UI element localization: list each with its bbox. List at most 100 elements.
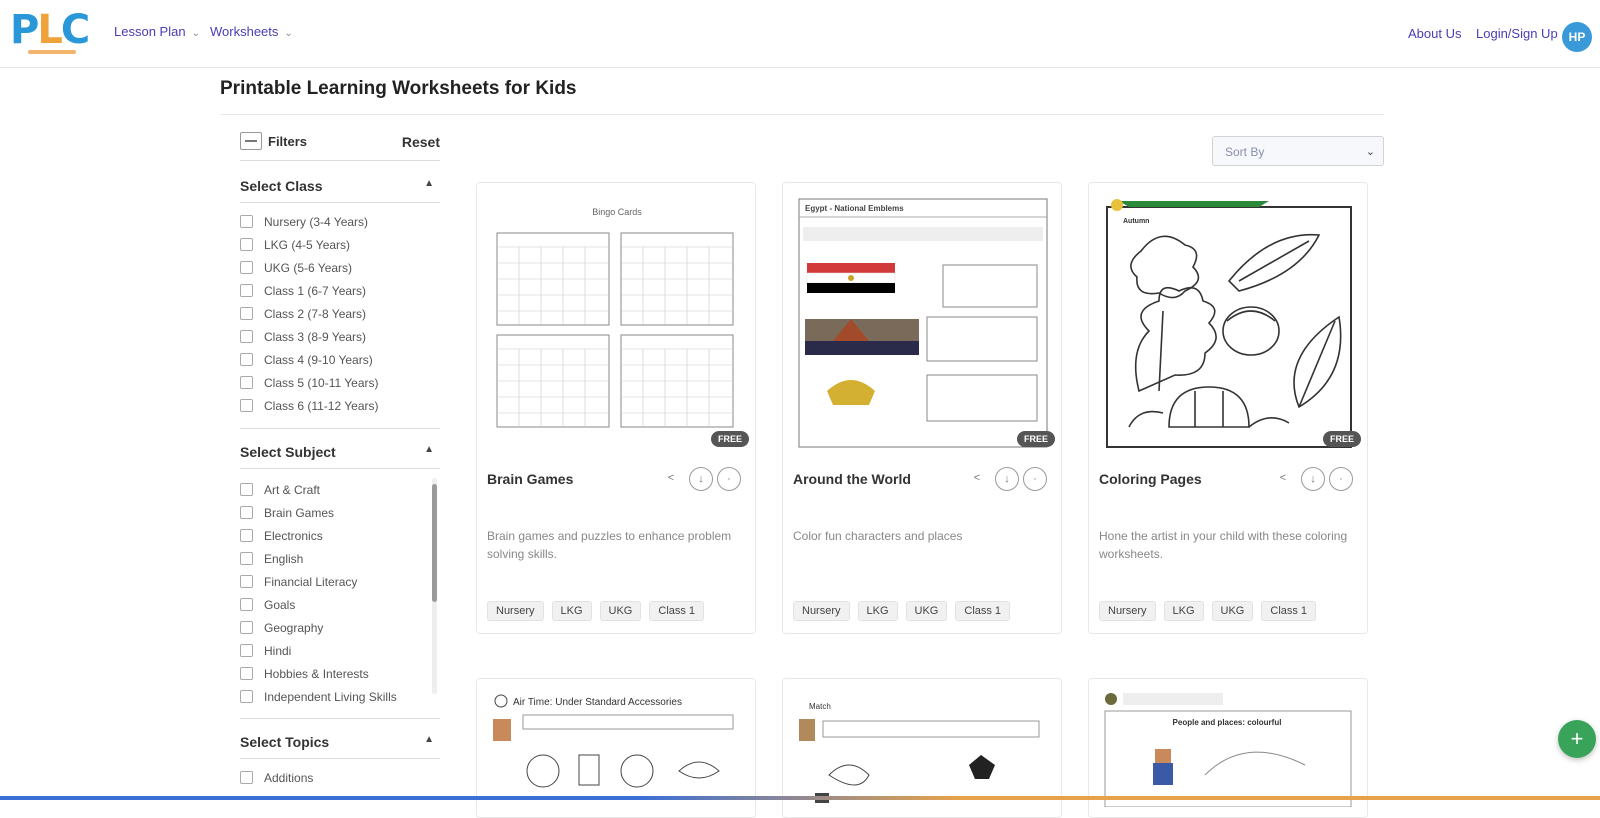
- subject-option[interactable]: Independent Living Skills: [240, 687, 430, 707]
- checkbox[interactable]: [240, 238, 253, 251]
- thumb-title: Bingo Cards: [592, 207, 642, 217]
- checkbox[interactable]: [240, 621, 253, 634]
- class-option[interactable]: Class 5 (10-11 Years): [240, 373, 430, 393]
- sort-by-select[interactable]: Sort By ⌄: [1212, 136, 1384, 166]
- divider: [240, 718, 440, 719]
- tag[interactable]: Class 1: [955, 601, 1011, 621]
- worksheet-thumbnail[interactable]: Air Time: Under Standard Accessories: [483, 685, 753, 807]
- subject-option[interactable]: Art & Craft: [240, 480, 430, 500]
- checkbox[interactable]: [240, 483, 253, 496]
- checkbox[interactable]: [240, 353, 253, 366]
- worksheet-thumbnail[interactable]: Match: [789, 685, 1059, 807]
- chevron-up-icon[interactable]: ▲: [424, 178, 434, 189]
- class-option[interactable]: Nursery (3-4 Years): [240, 212, 430, 232]
- class-option[interactable]: Class 4 (9-10 Years): [240, 350, 430, 370]
- about-us-link[interactable]: About Us: [1408, 26, 1461, 41]
- checkbox[interactable]: [240, 330, 253, 343]
- nav-worksheets[interactable]: Worksheets ⌄: [210, 24, 293, 39]
- tag[interactable]: UKG: [1211, 601, 1254, 621]
- checkbox[interactable]: [240, 376, 253, 389]
- checkbox[interactable]: [240, 667, 253, 680]
- worksheet-card[interactable]: Egypt - National Emblems FREE Around the…: [782, 182, 1062, 634]
- checkbox[interactable]: [240, 506, 253, 519]
- checkbox[interactable]: [240, 307, 253, 320]
- print-icon[interactable]: ·: [717, 467, 741, 491]
- download-icon[interactable]: ↓: [1301, 467, 1325, 491]
- nav-lesson-plan[interactable]: Lesson Plan ⌄: [114, 24, 200, 39]
- tag[interactable]: Class 1: [1261, 601, 1317, 621]
- divider: [240, 202, 440, 203]
- section-title-class[interactable]: Select Class: [240, 178, 323, 194]
- download-icon[interactable]: ↓: [689, 467, 713, 491]
- tag[interactable]: UKG: [905, 601, 948, 621]
- worksheet-card[interactable]: Bingo Cards FREE Brain Games < ↓ · Brain…: [476, 182, 756, 634]
- tag[interactable]: Nursery: [793, 601, 850, 621]
- filter-icon: [240, 132, 262, 150]
- tag[interactable]: UKG: [599, 601, 642, 621]
- worksheet-thumbnail[interactable]: Bingo Cards: [487, 191, 747, 453]
- divider: [240, 160, 440, 161]
- card-actions: < ↓ ·: [965, 467, 1051, 493]
- class-option[interactable]: LKG (4-5 Years): [240, 235, 430, 255]
- option-label: Class 6 (11-12 Years): [264, 399, 379, 413]
- floating-action-button[interactable]: +: [1558, 720, 1596, 758]
- checkbox[interactable]: [240, 261, 253, 274]
- subject-option[interactable]: Hobbies & Interests: [240, 664, 430, 684]
- tag[interactable]: LKG: [857, 601, 898, 621]
- checkbox[interactable]: [240, 598, 253, 611]
- checkbox[interactable]: [240, 215, 253, 228]
- subject-option[interactable]: English: [240, 549, 430, 569]
- reset-button[interactable]: Reset: [402, 134, 440, 150]
- chevron-up-icon[interactable]: ▲: [424, 734, 434, 745]
- topic-option[interactable]: Additions: [240, 768, 430, 788]
- subject-option[interactable]: Goals: [240, 595, 430, 615]
- chevron-up-icon[interactable]: ▲: [424, 444, 434, 455]
- checkbox[interactable]: [240, 771, 253, 784]
- worksheet-card[interactable]: Autumn FREE Coloring Pages < ↓ · Hone th…: [1088, 182, 1368, 634]
- checkbox[interactable]: [240, 644, 253, 657]
- share-icon[interactable]: <: [659, 467, 683, 491]
- thumb-title: People and places: colourful: [1173, 718, 1282, 727]
- logo-letter-c: C: [60, 7, 90, 53]
- worksheet-thumbnail[interactable]: Egypt - National Emblems: [793, 191, 1053, 453]
- section-title-topics[interactable]: Select Topics: [240, 734, 329, 750]
- tag[interactable]: LKG: [1163, 601, 1204, 621]
- tag[interactable]: Nursery: [1099, 601, 1156, 621]
- site-logo[interactable]: PLC: [10, 10, 90, 56]
- card-title[interactable]: Around the World: [793, 471, 911, 487]
- share-icon[interactable]: <: [965, 467, 989, 491]
- login-signup-link[interactable]: Login/Sign Up: [1476, 26, 1558, 41]
- card-title[interactable]: Brain Games: [487, 471, 573, 487]
- subject-option[interactable]: Financial Literacy: [240, 572, 430, 592]
- print-icon[interactable]: ·: [1329, 467, 1353, 491]
- tag[interactable]: Nursery: [487, 601, 544, 621]
- user-avatar[interactable]: HP: [1562, 22, 1592, 52]
- checkbox[interactable]: [240, 529, 253, 542]
- class-option[interactable]: Class 3 (8-9 Years): [240, 327, 430, 347]
- tag[interactable]: LKG: [551, 601, 592, 621]
- class-option[interactable]: Class 6 (11-12 Years): [240, 396, 430, 416]
- tag[interactable]: Class 1: [649, 601, 705, 621]
- checkbox[interactable]: [240, 399, 253, 412]
- worksheet-thumbnail[interactable]: Autumn: [1099, 191, 1359, 453]
- checkbox[interactable]: [240, 284, 253, 297]
- share-icon[interactable]: <: [1271, 467, 1295, 491]
- card-title[interactable]: Coloring Pages: [1099, 471, 1202, 487]
- worksheet-thumbnail[interactable]: People and places: colourful: [1095, 685, 1365, 807]
- subject-option[interactable]: Hindi: [240, 641, 430, 661]
- checkbox[interactable]: [240, 552, 253, 565]
- thumb-title: Air Time: Under Standard Accessories: [513, 697, 682, 708]
- subject-option[interactable]: Geography: [240, 618, 430, 638]
- checkbox[interactable]: [240, 690, 253, 703]
- class-option[interactable]: UKG (5-6 Years): [240, 258, 430, 278]
- download-icon[interactable]: ↓: [995, 467, 1019, 491]
- print-icon[interactable]: ·: [1023, 467, 1047, 491]
- class-option[interactable]: Class 2 (7-8 Years): [240, 304, 430, 324]
- subject-option[interactable]: Electronics: [240, 526, 430, 546]
- section-title-subject[interactable]: Select Subject: [240, 444, 336, 460]
- class-option[interactable]: Class 1 (6-7 Years): [240, 281, 430, 301]
- subject-option[interactable]: Brain Games: [240, 503, 430, 523]
- checkbox[interactable]: [240, 575, 253, 588]
- free-badge: FREE: [1323, 431, 1361, 447]
- subject-scrollbar-thumb[interactable]: [432, 484, 437, 602]
